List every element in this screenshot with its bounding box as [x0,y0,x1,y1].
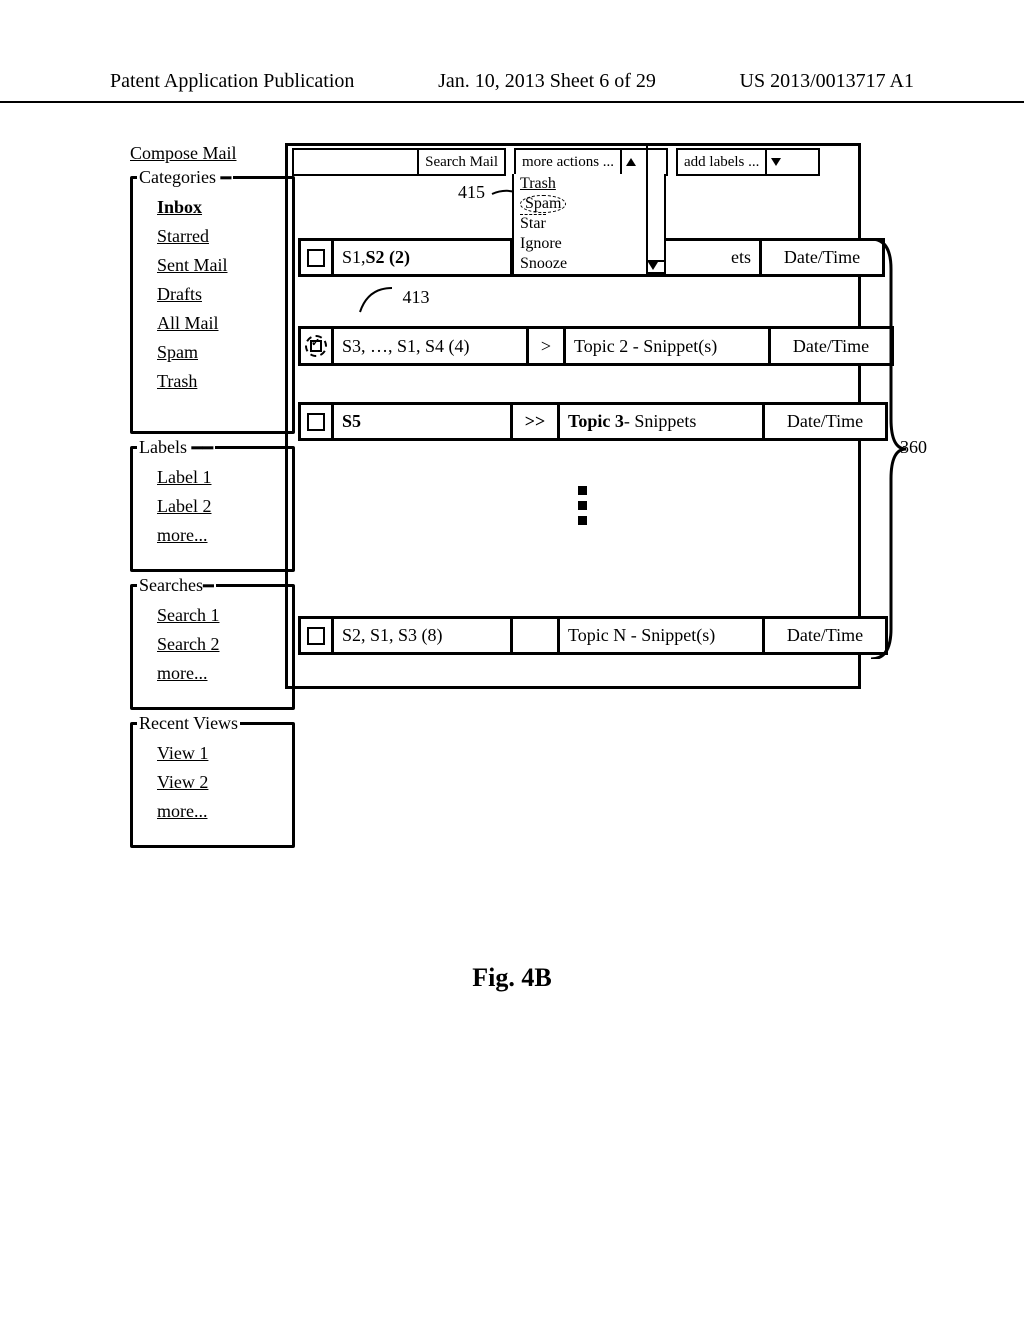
page-header: Patent Application Publication Jan. 10, … [0,0,1024,103]
sidebar-item-view1[interactable]: View 1 [157,743,284,764]
row3-checkbox[interactable] [298,402,334,441]
sidebar-item-recent-more[interactable]: more... [157,801,284,822]
labels-legend: Labels ━━ [137,437,215,459]
header-left: Patent Application Publication [110,70,354,93]
more-actions-label: more actions ... [516,150,620,174]
sidebar-item-searches-more[interactable]: more... [157,663,284,684]
sidebar-item-trash[interactable]: Trash [157,371,284,392]
sidebar-item-spam[interactable]: Spam [157,342,284,363]
sidebar-item-inbox[interactable]: Inbox [157,197,284,218]
row1-checkbox[interactable] [298,238,334,277]
main-panel: Search Mail more actions ... add labels … [285,143,861,689]
menu-item-ignore[interactable]: Ignore [514,234,664,254]
row2-senders: S3, …, S1, S4 (4) [331,326,529,366]
sidebar: Compose Mail Categories ━ Inbox Starred … [130,143,295,860]
triangle-up-icon [620,150,640,174]
sidebar-item-label1[interactable]: Label 1 [157,467,284,488]
add-labels-dropdown[interactable]: add labels ... [676,148,820,176]
sidebar-item-search2[interactable]: Search 2 [157,634,284,655]
labels-group: Labels ━━ Label 1 Label 2 more... [130,446,295,572]
sidebar-item-view2[interactable]: View 2 [157,772,284,793]
rowN-checkbox[interactable] [298,616,334,655]
row2-chevron[interactable]: > [526,326,566,366]
row2-topic: Topic 2 - Snippet(s) [563,326,771,366]
sidebar-item-labels-more[interactable]: more... [157,525,284,546]
menu-item-spam[interactable]: Spam [514,194,664,214]
sidebar-item-sentmail[interactable]: Sent Mail [157,255,284,276]
callout-360: 360 [900,437,927,458]
header-mid: Jan. 10, 2013 Sheet 6 of 29 [438,70,656,93]
sidebar-item-drafts[interactable]: Drafts [157,284,284,305]
add-labels-label: add labels ... [678,150,765,174]
sidebar-item-allmail[interactable]: All Mail [157,313,284,334]
row3-topic: Topic 3 - Snippets [557,402,765,441]
search-input[interactable] [294,150,417,174]
rowN-chevron[interactable] [510,616,560,655]
sidebar-item-search1[interactable]: Search 1 [157,605,284,626]
more-actions-dropdown[interactable]: more actions ... [514,148,668,176]
rowN-topic: Topic N - Snippet(s) [557,616,765,655]
figure-4b: Compose Mail Categories ━ Inbox Starred … [130,143,850,923]
searches-group: Searches━ Search 1 Search 2 more... [130,584,295,710]
header-right: US 2013/0013717 A1 [740,70,914,93]
vertical-ellipsis-icon [578,486,587,525]
menu-item-trash[interactable]: Trash [514,174,664,194]
more-actions-menu[interactable]: Trash Spam Star Ignore Snooze [512,174,666,276]
categories-legend: Categories ━ [137,167,233,189]
row3-chevron[interactable]: >> [510,402,560,441]
message-row-3[interactable]: S5 >> Topic 3 - Snippets Date/Time [298,402,888,441]
categories-group: Categories ━ Inbox Starred Sent Mail Dra… [130,176,295,434]
menu-scrollbar[interactable] [646,146,666,274]
sidebar-item-label2[interactable]: Label 2 [157,496,284,517]
sidebar-item-starred[interactable]: Starred [157,226,284,247]
triangle-down-icon [765,150,785,174]
menu-item-snooze[interactable]: Snooze [514,254,664,274]
searches-legend: Searches━ [137,575,216,597]
rowN-senders: S2, S1, S3 (8) [331,616,513,655]
search-mail-button[interactable]: Search Mail [417,150,504,174]
row3-senders: S5 [331,402,513,441]
row2-checkbox-dashed[interactable] [298,326,334,366]
menu-item-star[interactable]: Star [514,214,664,234]
message-row-n[interactable]: S2, S1, S3 (8) Topic N - Snippet(s) Date… [298,616,888,655]
row1-senders: S1, S2 (2) [331,238,513,277]
search-box[interactable]: Search Mail [292,148,506,176]
callout-413: 413 [358,284,430,314]
compose-mail-link[interactable]: Compose Mail [130,143,295,164]
scroll-down-icon[interactable] [648,260,666,274]
figure-caption: Fig. 4B [0,963,1024,993]
recent-legend: Recent Views [137,713,240,734]
recent-views-group: Recent Views View 1 View 2 more... [130,722,295,848]
message-row-2[interactable]: S3, …, S1, S4 (4) > Topic 2 - Snippet(s)… [298,326,894,366]
